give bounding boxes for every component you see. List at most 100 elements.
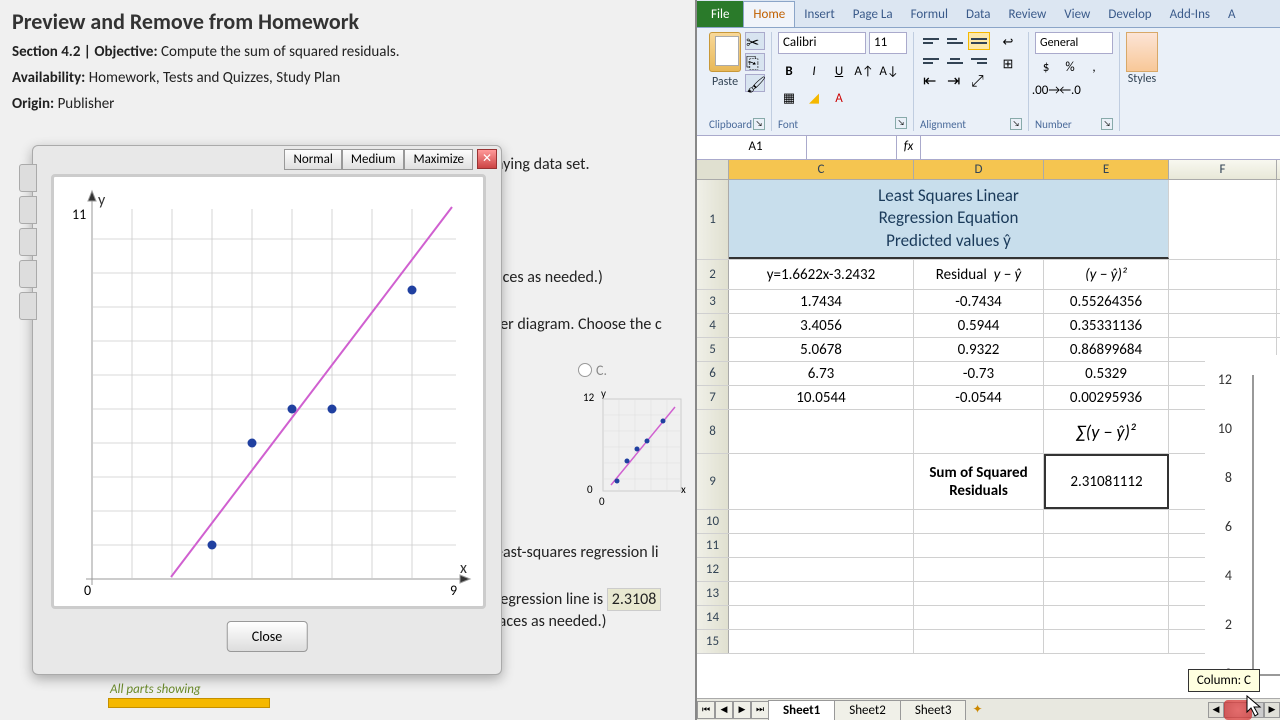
ssr-label-cell[interactable]: Sum of Squared Residuals: [914, 454, 1044, 509]
cell[interactable]: [914, 534, 1044, 557]
side-tool[interactable]: [19, 164, 37, 192]
close-button[interactable]: Close: [227, 621, 308, 652]
merged-header-cell[interactable]: Least Squares Linear Regression Equation…: [729, 180, 1169, 259]
fx-icon[interactable]: fx: [897, 136, 921, 159]
cell[interactable]: 0.5944: [914, 314, 1044, 337]
cell[interactable]: [1169, 314, 1277, 337]
cell[interactable]: [729, 410, 914, 453]
number-launcher[interactable]: ↘: [1101, 118, 1113, 130]
styles-button[interactable]: Styles: [1126, 32, 1158, 86]
increase-decimal-icon[interactable]: .00→: [1035, 80, 1057, 100]
name-box[interactable]: A1: [697, 136, 807, 159]
sq-residual-header[interactable]: (y − ŷ)²: [1044, 260, 1169, 289]
wrap-text-icon[interactable]: ↩: [994, 32, 1022, 52]
cell[interactable]: -0.73: [914, 362, 1044, 385]
addins-tab[interactable]: Add-Ins: [1161, 2, 1219, 27]
cell[interactable]: 0.86899684: [1044, 338, 1169, 361]
clipboard-launcher[interactable]: ↘: [753, 118, 765, 130]
increase-indent[interactable]: ⇥: [944, 72, 966, 90]
residual-header[interactable]: Residual y − ŷ: [914, 260, 1044, 289]
row-header[interactable]: 13: [697, 582, 729, 605]
side-tool[interactable]: [19, 260, 37, 288]
col-header-f[interactable]: F: [1169, 160, 1277, 179]
percent-icon[interactable]: %: [1059, 57, 1081, 77]
scroll-left-button[interactable]: ◀: [1208, 702, 1224, 718]
cell[interactable]: [729, 630, 914, 653]
cell[interactable]: [914, 410, 1044, 453]
alignment-launcher[interactable]: ↘: [1010, 118, 1022, 130]
cell[interactable]: [1169, 290, 1277, 313]
row-header[interactable]: 12: [697, 558, 729, 581]
increase-font-icon[interactable]: A↑: [853, 61, 875, 81]
maximize-tab[interactable]: Maximize: [404, 149, 473, 170]
italic-button[interactable]: I: [803, 61, 825, 81]
sheet3-tab[interactable]: Sheet3: [900, 700, 967, 720]
font-color-icon[interactable]: A: [828, 89, 850, 109]
equation-cell[interactable]: y=1.6622x-3.2432: [729, 260, 914, 289]
cell[interactable]: [914, 630, 1044, 653]
underline-button[interactable]: U: [828, 61, 850, 81]
row-header[interactable]: 2: [697, 260, 729, 289]
font-size-select[interactable]: 11: [869, 32, 907, 54]
font-launcher[interactable]: ↘: [895, 117, 907, 129]
side-tool[interactable]: [19, 292, 37, 320]
cell[interactable]: -0.7434: [914, 290, 1044, 313]
normal-tab[interactable]: Normal: [284, 149, 341, 170]
col-header-d[interactable]: D: [914, 160, 1044, 179]
cell[interactable]: [1044, 606, 1169, 629]
first-sheet-button[interactable]: ⏮: [697, 701, 715, 719]
cell[interactable]: [729, 510, 914, 533]
format-painter-icon[interactable]: 🖌: [745, 74, 765, 92]
cell[interactable]: [1169, 180, 1277, 259]
font-name-select[interactable]: Calibri: [778, 32, 866, 54]
borders-icon[interactable]: ▦: [778, 89, 800, 109]
align-middle[interactable]: [944, 32, 966, 50]
comma-icon[interactable]: ,: [1083, 57, 1105, 77]
cell[interactable]: 6.73: [729, 362, 914, 385]
prev-sheet-button[interactable]: ◀: [715, 701, 733, 719]
align-center[interactable]: [944, 52, 966, 70]
cell[interactable]: [914, 606, 1044, 629]
number-format-select[interactable]: General: [1035, 32, 1113, 54]
row-header[interactable]: 9: [697, 454, 729, 509]
orientation-icon[interactable]: ⤢: [968, 72, 990, 90]
developer-tab[interactable]: Develop: [1099, 2, 1160, 27]
row-header[interactable]: 7: [697, 386, 729, 409]
new-sheet-icon[interactable]: ✦: [972, 702, 992, 718]
sheet1-tab[interactable]: Sheet1: [768, 700, 835, 720]
merge-center-icon[interactable]: ⊞: [994, 54, 1022, 74]
medium-tab[interactable]: Medium: [342, 149, 405, 170]
side-tool[interactable]: [19, 228, 37, 256]
ssr-value-cell[interactable]: 2.31081112: [1044, 454, 1169, 509]
sum-formula-cell[interactable]: ∑(y − ŷ)²: [1044, 410, 1169, 453]
home-tab[interactable]: Home: [743, 1, 795, 27]
align-bottom[interactable]: [968, 32, 990, 50]
cut-icon[interactable]: ✂: [745, 32, 765, 50]
cell[interactable]: [1044, 510, 1169, 533]
side-tool[interactable]: [19, 196, 37, 224]
align-top[interactable]: [920, 32, 942, 50]
cell[interactable]: 0.35331136: [1044, 314, 1169, 337]
row-header[interactable]: 14: [697, 606, 729, 629]
decrease-indent[interactable]: ⇤: [920, 72, 942, 90]
decrease-decimal-icon[interactable]: ←.0: [1059, 80, 1081, 100]
cell[interactable]: 5.0678: [729, 338, 914, 361]
cell[interactable]: 0.00295936: [1044, 386, 1169, 409]
row-header[interactable]: 1: [697, 180, 729, 259]
close-icon[interactable]: ✕: [477, 149, 497, 169]
row-header[interactable]: 4: [697, 314, 729, 337]
fill-color-icon[interactable]: ◢: [803, 89, 825, 109]
last-sheet-button[interactable]: ⏭: [751, 701, 769, 719]
insert-tab[interactable]: Insert: [795, 2, 844, 27]
sheet2-tab[interactable]: Sheet2: [834, 700, 901, 720]
cell[interactable]: -0.0544: [914, 386, 1044, 409]
formula-bar[interactable]: [921, 136, 1280, 159]
cell[interactable]: 10.0544: [729, 386, 914, 409]
view-tab[interactable]: View: [1055, 2, 1099, 27]
row-header[interactable]: 15: [697, 630, 729, 653]
copy-icon[interactable]: ⎘: [745, 53, 765, 71]
row-header[interactable]: 11: [697, 534, 729, 557]
scroll-right-button[interactable]: ▶: [1264, 702, 1280, 718]
file-tab[interactable]: File: [697, 1, 743, 27]
cell[interactable]: 1.7434: [729, 290, 914, 313]
